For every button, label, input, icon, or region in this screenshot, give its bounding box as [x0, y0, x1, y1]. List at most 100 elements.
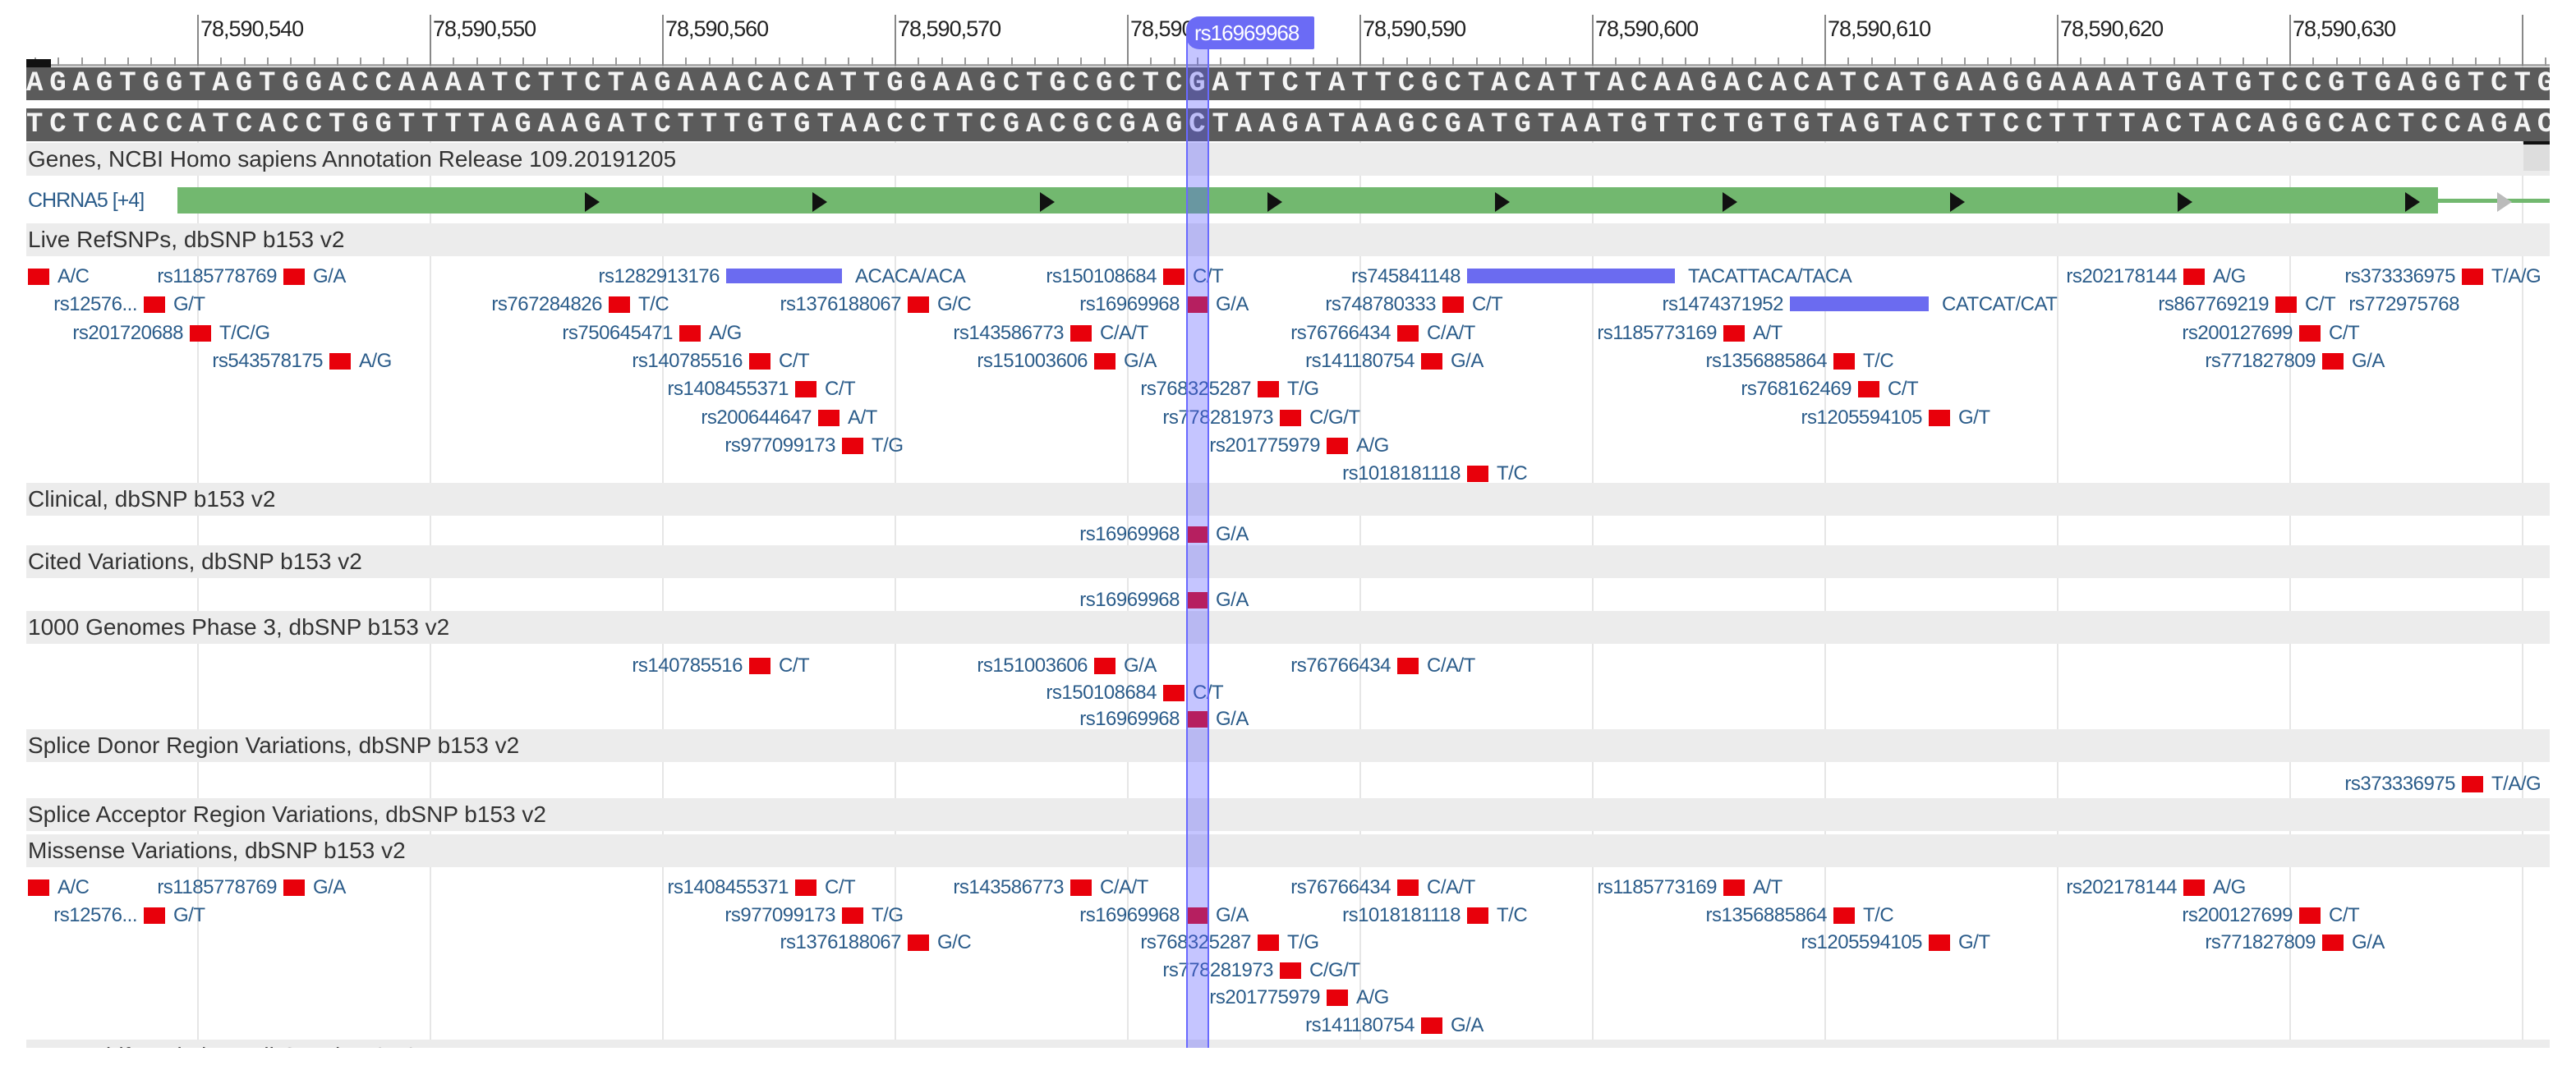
variant-id[interactable]: rs768325287	[1140, 930, 1251, 955]
variant-id[interactable]: rs143586773	[953, 321, 1064, 346]
variant-id[interactable]: rs16969968	[1079, 707, 1180, 732]
track-scroll-icon[interactable]	[2523, 141, 2550, 171]
variant-id[interactable]: rs778281973	[1162, 958, 1273, 983]
snv-marker[interactable]	[1467, 907, 1488, 924]
variant-id[interactable]: rs1185778769	[157, 264, 277, 289]
variant-id[interactable]: rs12576...	[53, 292, 137, 317]
snv-marker[interactable]	[283, 269, 305, 285]
snv-marker[interactable]	[1421, 353, 1442, 370]
variant-id[interactable]: rs745841148	[1351, 264, 1460, 289]
snv-marker[interactable]	[2322, 353, 2344, 370]
snv-marker[interactable]	[1094, 353, 1116, 370]
snv-marker[interactable]	[28, 879, 49, 896]
variant-id[interactable]: rs151003606	[977, 349, 1088, 374]
variant-id[interactable]: rs771827809	[2205, 930, 2316, 955]
variant-id[interactable]: rs1185773169	[1597, 321, 1717, 346]
snv-marker[interactable]	[1280, 962, 1301, 979]
variant-id[interactable]: rs202178144	[2066, 264, 2177, 289]
snv-marker[interactable]	[2275, 296, 2297, 313]
snv-marker[interactable]	[144, 296, 165, 313]
variant-id[interactable]: rs1408455371	[668, 377, 789, 402]
variant-id[interactable]: rs750645471	[562, 321, 673, 346]
snv-marker[interactable]	[1833, 907, 1855, 924]
variant-id[interactable]: rs1376188067	[780, 930, 902, 955]
variant-id[interactable]: rs1205594105	[1801, 930, 1923, 955]
snv-marker[interactable]	[1186, 296, 1208, 313]
snv-marker[interactable]	[1929, 935, 1950, 951]
variant-id[interactable]: rs867769219	[2158, 292, 2269, 317]
variant-id[interactable]: rs778281973	[1162, 406, 1273, 430]
snv-marker[interactable]	[144, 907, 165, 924]
snv-marker[interactable]	[283, 879, 305, 896]
variant-id[interactable]: rs201720688	[72, 321, 183, 346]
snv-marker[interactable]	[28, 269, 49, 285]
variant-id[interactable]: rs202178144	[2066, 875, 2177, 900]
variant-id[interactable]: rs1376188067	[780, 292, 902, 317]
snv-marker[interactable]	[1929, 410, 1950, 426]
variant-id[interactable]: rs200127699	[2182, 321, 2293, 346]
variant-id[interactable]: rs1282913176	[599, 264, 720, 289]
snv-marker[interactable]	[1397, 879, 1419, 896]
variant-id[interactable]: rs76766434	[1290, 875, 1391, 900]
snv-marker[interactable]	[1163, 685, 1184, 701]
variant-id[interactable]: rs767284826	[491, 292, 602, 317]
snv-marker[interactable]	[1070, 879, 1092, 896]
snv-marker[interactable]	[1467, 466, 1488, 482]
snv-marker[interactable]	[1094, 658, 1116, 674]
variant-id[interactable]: rs1205594105	[1801, 406, 1923, 430]
variant-id[interactable]: rs1356885864	[1706, 903, 1828, 928]
snv-marker[interactable]	[1327, 990, 1348, 1006]
snv-marker[interactable]	[795, 381, 816, 397]
snv-marker[interactable]	[1397, 658, 1419, 674]
variant-id[interactable]: rs1018181118	[1342, 903, 1460, 928]
snv-marker[interactable]	[2462, 269, 2483, 285]
variant-id[interactable]: rs143586773	[953, 875, 1064, 900]
variant-id[interactable]: rs1474371952	[1663, 292, 1784, 317]
variant-id[interactable]: rs76766434	[1290, 654, 1391, 678]
snv-marker[interactable]	[609, 296, 630, 313]
snv-marker[interactable]	[842, 438, 863, 454]
indel-bar[interactable]	[726, 269, 842, 283]
snv-marker[interactable]	[2322, 935, 2344, 951]
snv-marker[interactable]	[1397, 325, 1419, 342]
snv-marker[interactable]	[1442, 296, 1464, 313]
variant-id[interactable]: rs141180754	[1305, 349, 1414, 374]
indel-bar[interactable]	[1467, 269, 1675, 283]
snv-marker[interactable]	[1186, 711, 1208, 728]
variant-id[interactable]: rs771827809	[2205, 349, 2316, 374]
selected-variant-label[interactable]: rs16969968	[1186, 16, 1314, 49]
snv-marker[interactable]	[1723, 879, 1745, 896]
variant-id[interactable]: rs140785516	[632, 654, 743, 678]
variant-id[interactable]: rs748780333	[1325, 292, 1436, 317]
variant-id[interactable]: rs977099173	[724, 903, 835, 928]
snv-marker[interactable]	[1070, 325, 1092, 342]
variant-id[interactable]: rs141180754	[1305, 1013, 1414, 1038]
snv-marker[interactable]	[1258, 381, 1279, 397]
variant-id[interactable]: rs1356885864	[1706, 349, 1828, 374]
variant-id[interactable]: rs977099173	[724, 434, 835, 458]
variant-id[interactable]: rs768325287	[1140, 377, 1251, 402]
variant-id[interactable]: rs1185773169	[1597, 875, 1717, 900]
snv-marker[interactable]	[2183, 879, 2205, 896]
snv-marker[interactable]	[818, 410, 840, 426]
snv-marker[interactable]	[679, 325, 701, 342]
snv-marker[interactable]	[190, 325, 211, 342]
snv-marker[interactable]	[1421, 1017, 1442, 1034]
variant-id[interactable]: rs16969968	[1079, 522, 1180, 547]
variant-id[interactable]: rs151003606	[977, 654, 1088, 678]
snv-marker[interactable]	[329, 353, 351, 370]
snv-marker[interactable]	[2462, 776, 2483, 792]
variant-id[interactable]: rs200644647	[701, 406, 812, 430]
snv-marker[interactable]	[1723, 325, 1745, 342]
variant-id[interactable]: rs373336975	[2344, 264, 2455, 289]
snv-marker[interactable]	[1186, 907, 1208, 924]
variant-id[interactable]: rs16969968	[1079, 903, 1180, 928]
gene-feature-chrna5[interactable]	[177, 187, 2438, 214]
variant-id[interactable]: rs150108684	[1046, 681, 1157, 705]
variant-id[interactable]: rs373336975	[2344, 772, 2455, 797]
snv-marker[interactable]	[1858, 381, 1879, 397]
snv-marker[interactable]	[749, 353, 770, 370]
snv-marker[interactable]	[1327, 438, 1348, 454]
variant-id[interactable]: rs1408455371	[668, 875, 789, 900]
variant-id[interactable]: rs76766434	[1290, 321, 1391, 346]
